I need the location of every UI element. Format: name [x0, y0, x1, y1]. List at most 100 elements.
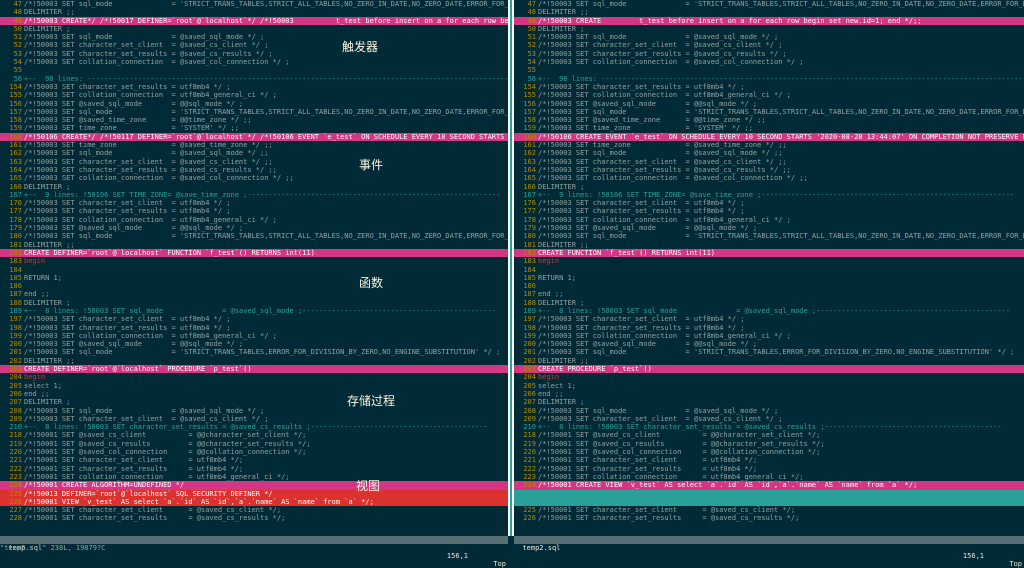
code-line[interactable]: 197/*!50003 SET character_set_client = u…	[514, 315, 1024, 323]
fold-line[interactable]: 167 +-- 9 lines: !50106 SET TIME_ZONE= @s…	[514, 191, 1024, 199]
fold-line[interactable]: 56 +-- 98 lines: ------------------------…	[0, 75, 508, 83]
code-line[interactable]: 219/*!50001 SET @saved_cs_results = @@ch…	[0, 440, 508, 448]
code-line[interactable]: 206 end ;;	[0, 390, 508, 398]
code-line[interactable]: 180/*!50003 SET sql_mode = 'STRICT_TRANS…	[514, 232, 1024, 240]
code-line[interactable]: 55	[0, 66, 508, 74]
code-line[interactable]: 161/*!50003 SET time_zone = @saved_time_…	[0, 141, 508, 149]
code-line[interactable]: 208/*!50003 SET sql_mode = @saved_sql_mo…	[0, 407, 508, 415]
code-line[interactable]: 220/*!50001 SET @saved_col_connection = …	[514, 448, 1024, 456]
code-line[interactable]: 197/*!50003 SET character_set_client = u…	[0, 315, 508, 323]
code-line[interactable]: 209/*!50003 SET character_set_client = @…	[0, 415, 508, 423]
code-line[interactable]: 181 DELIMITER ;;	[0, 241, 508, 249]
code-line[interactable]: 223/*!50001 SET collation_connection = u…	[0, 473, 508, 481]
code-line[interactable]: 164/*!50003 SET character_set_results = …	[514, 166, 1024, 174]
code-line[interactable]: 186	[0, 282, 508, 290]
code-line[interactable]: 154/*!50003 SET character_set_results = …	[0, 83, 508, 91]
code-line[interactable]: 224/*!50001 CREATE ALGORITHM=UNDEFINED *…	[0, 481, 508, 490]
code-line[interactable]: 158/*!50003 SET @saved_time_zone = @@tim…	[0, 116, 508, 124]
code-line[interactable]: 164/*!50003 SET character_set_results = …	[0, 166, 508, 174]
code-line[interactable]: 186	[514, 282, 1024, 290]
code-line[interactable]: 228/*!50001 SET character_set_results = …	[0, 514, 508, 522]
fold-line[interactable]: 189 +-- 8 lines: !50003 SET sql_mode = @s…	[0, 307, 508, 315]
code-line[interactable]: 199/*!50003 SET collation_connection = u…	[514, 332, 1024, 340]
code-line[interactable]: 50 DELIMITER ;	[0, 25, 508, 33]
code-line[interactable]: 49/*!50003 CREATE t_test before insert o…	[514, 16, 1024, 25]
code-line[interactable]	[514, 497, 1024, 507]
code-line[interactable]: 221/*!50001 SET character_set_client = u…	[514, 456, 1024, 464]
code-line[interactable]: 222/*!50001 SET character_set_results = …	[0, 465, 508, 473]
code-line[interactable]: 49/*!50003 CREATE*/ /*!50017 DEFINER=`ro…	[0, 16, 508, 25]
code-line[interactable]: 48 DELIMITER ;;	[0, 8, 508, 16]
code-line[interactable]: 54/*!50003 SET collation_connection = @s…	[514, 58, 1024, 66]
code-line[interactable]: 223/*!50001 SET collation_connection = u…	[514, 473, 1024, 481]
code-line[interactable]: 165/*!50003 SET collation_connection = @…	[0, 174, 508, 182]
code-line[interactable]: 185 RETURN 1;	[0, 274, 508, 282]
code-line[interactable]: 200/*!50003 SET @saved_sql_mode = @@sql_…	[514, 340, 1024, 348]
code-line[interactable]: 188 DELIMITER ;	[0, 299, 508, 307]
code-line[interactable]: 203 CREATE DEFINER=`root`@`localhost` PRO…	[0, 365, 508, 374]
code-line[interactable]: 184	[514, 266, 1024, 274]
code-line[interactable]: 52/*!50003 SET character_set_client = @s…	[514, 41, 1024, 49]
code-line[interactable]: 163/*!50003 SET character_set_client = @…	[514, 158, 1024, 166]
fold-line[interactable]: 210 +-- 8 lines: !50003 SET character_set…	[514, 423, 1024, 431]
code-line[interactable]: 204 begin	[514, 373, 1024, 381]
code-line[interactable]: 180/*!50003 SET sql_mode = 'STRICT_TRANS…	[0, 232, 508, 240]
code-line[interactable]: 222/*!50001 SET character_set_results = …	[514, 465, 1024, 473]
code-line[interactable]: 185 RETURN 1;	[514, 274, 1024, 282]
fold-line[interactable]: 189 +-- 8 lines: !50003 SET sql_mode = @s…	[514, 307, 1024, 315]
code-line[interactable]: 202 DELIMITER ;;	[0, 357, 508, 365]
code-line[interactable]: 209/*!50003 SET character_set_client = @…	[514, 415, 1024, 423]
code-line[interactable]: 160/*!50106 CREATE*/ /*!50117 DEFINER=`r…	[0, 132, 508, 142]
code-line[interactable]: 182 CREATE DEFINER=`root`@`localhost` FUN…	[0, 248, 508, 258]
code-line[interactable]: 55	[514, 66, 1024, 74]
code-line[interactable]: 202 DELIMITER ;;	[514, 357, 1024, 365]
left-diff-pane[interactable]: 47/*!50003 SET sql_mode = 'STRICT_TRANS_…	[0, 0, 508, 536]
code-line[interactable]: 179/*!50003 SET @saved_sql_mode = @@sql_…	[514, 224, 1024, 232]
code-line[interactable]: 162/*!50003 SET sql_mode = @saved_sql_mo…	[514, 149, 1024, 157]
fold-line[interactable]: 210 +-- 8 lines: !50003 SET character_set…	[0, 423, 508, 431]
code-line[interactable]: 156/*!50003 SET @saved_sql_mode = @@sql_…	[514, 100, 1024, 108]
code-line[interactable]: 157/*!50003 SET sql_mode = 'STRICT_TRANS…	[514, 108, 1024, 116]
code-line[interactable]: 183 begin	[0, 257, 508, 265]
code-line[interactable]: 225/*!50013 DEFINER=`root`@`localhost` S…	[0, 489, 508, 498]
code-line[interactable]: 218/*!50001 SET @saved_cs_client = @@cha…	[514, 431, 1024, 439]
code-line[interactable]: 155/*!50003 SET collation_connection = u…	[514, 91, 1024, 99]
code-line[interactable]	[514, 489, 1024, 498]
code-line[interactable]: 182 CREATE FUNCTION `f_test`() RETURNS in…	[514, 248, 1024, 258]
code-line[interactable]: 184	[0, 266, 508, 274]
code-line[interactable]: 179/*!50003 SET @saved_sql_mode = @@sql_…	[0, 224, 508, 232]
code-line[interactable]: 227/*!50001 SET character_set_client = @…	[0, 506, 508, 514]
code-line[interactable]: 54/*!50003 SET collation_connection = @s…	[0, 58, 508, 66]
code-line[interactable]: 53/*!50003 SET character_set_results = @…	[514, 50, 1024, 58]
code-line[interactable]: 218/*!50001 SET @saved_cs_client = @@cha…	[0, 431, 508, 439]
code-line[interactable]: 166 DELIMITER ;	[514, 183, 1024, 191]
code-line[interactable]: 155/*!50003 SET collation_connection = u…	[0, 91, 508, 99]
code-line[interactable]: 226/*!50001 SET character_set_results = …	[514, 514, 1024, 522]
code-line[interactable]: 178/*!50003 SET collation_connection = u…	[0, 216, 508, 224]
code-line[interactable]: 160/*!50106 CREATE EVENT `e_test` ON SCH…	[514, 132, 1024, 142]
code-line[interactable]: 158/*!50003 SET @saved_time_zone = @@tim…	[514, 116, 1024, 124]
code-line[interactable]: 204 begin	[0, 373, 508, 381]
code-line[interactable]: 176/*!50003 SET character_set_client = u…	[514, 199, 1024, 207]
code-line[interactable]: 208/*!50003 SET sql_mode = @saved_sql_mo…	[514, 407, 1024, 415]
code-line[interactable]: 181 DELIMITER ;;	[514, 241, 1024, 249]
code-line[interactable]: 198/*!50003 SET character_set_results = …	[0, 324, 508, 332]
code-line[interactable]: 157/*!50003 SET sql_mode = 'STRICT_TRANS…	[0, 108, 508, 116]
code-line[interactable]: 207 DELIMITER ;	[514, 398, 1024, 406]
code-line[interactable]: 224/*!50001 CREATE VIEW `v_test` AS sele…	[514, 481, 1024, 490]
code-line[interactable]: 47/*!50003 SET sql_mode = 'STRICT_TRANS_…	[0, 0, 508, 8]
code-line[interactable]: 51/*!50003 SET sql_mode = @saved_sql_mod…	[0, 33, 508, 41]
code-line[interactable]: 206 end ;;	[514, 390, 1024, 398]
fold-line[interactable]: 56 +-- 98 lines: ------------------------…	[514, 75, 1024, 83]
code-line[interactable]: 205 select 1;	[514, 382, 1024, 390]
code-line[interactable]: 154/*!50003 SET character_set_results = …	[514, 83, 1024, 91]
code-line[interactable]: 226/*!50001 VIEW `v_test` AS select `a`.…	[0, 497, 508, 507]
code-line[interactable]: 176/*!50003 SET character_set_client = u…	[0, 199, 508, 207]
code-line[interactable]: 162/*!50003 SET sql_mode = @saved_sql_mo…	[0, 149, 508, 157]
code-line[interactable]: 188 DELIMITER ;	[514, 299, 1024, 307]
code-line[interactable]: 156/*!50003 SET @saved_sql_mode = @@sql_…	[0, 100, 508, 108]
code-line[interactable]: 201/*!50003 SET sql_mode = 'STRICT_TRANS…	[0, 348, 508, 356]
code-line[interactable]: 187 end ;;	[0, 290, 508, 298]
code-line[interactable]: 200/*!50003 SET @saved_sql_mode = @@sql_…	[0, 340, 508, 348]
code-line[interactable]: 53/*!50003 SET character_set_results = @…	[0, 50, 508, 58]
